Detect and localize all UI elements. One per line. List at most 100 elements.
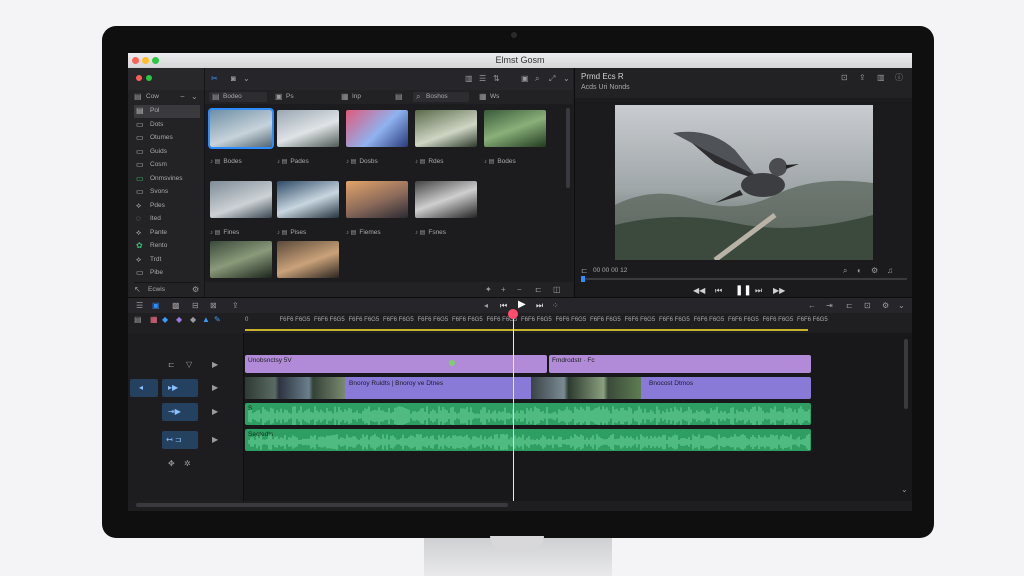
triangle-icon[interactable]: ▲ <box>202 315 210 325</box>
keyframe-icon[interactable] <box>449 360 455 366</box>
chevron-down-icon[interactable]: ⌄ <box>898 301 905 311</box>
tab-inputs[interactable]: ▦ Inp <box>341 92 381 102</box>
skim-icon[interactable]: ⇥ <box>826 301 833 311</box>
tab-bosh[interactable]: ⌕ Boshos <box>413 92 469 102</box>
zoom-icon[interactable]: ⊡ <box>864 301 871 311</box>
clip-thumbnail[interactable] <box>484 110 546 147</box>
play-icon[interactable]: ▶ <box>212 383 218 393</box>
step-forward-icon[interactable]: ⏭ <box>755 286 762 296</box>
clip-thumbnail[interactable] <box>208 108 274 149</box>
previous-edit-icon[interactable]: ◂ <box>484 301 488 311</box>
timeline-vertical-scrollbar[interactable] <box>904 339 908 409</box>
scrub-handle[interactable] <box>581 276 585 282</box>
link-icon[interactable]: ⊏ <box>535 285 542 295</box>
range-icon[interactable]: ⊟ <box>192 301 199 311</box>
settings-icon[interactable]: ⚙ <box>882 301 889 311</box>
clip-thumbnail[interactable] <box>346 110 408 147</box>
clip-thumbnail[interactable] <box>277 241 339 278</box>
filter-icon[interactable]: ▣ <box>521 74 529 84</box>
trim-icon[interactable]: ⊠ <box>210 301 217 311</box>
filter-icon[interactable]: ▽ <box>186 360 192 370</box>
play-icon[interactable]: ▶ <box>212 407 218 417</box>
search-icon[interactable]: ⌕ <box>535 74 539 84</box>
sidebar-item[interactable]: ⟡ Pdes <box>134 200 200 213</box>
sidebar-item[interactable]: ▤ Pol <box>134 105 200 118</box>
layout-icon[interactable]: ▥ <box>465 74 473 84</box>
play-icon[interactable]: ▶ <box>212 435 218 445</box>
sidebar-item[interactable]: ▭ Otumes <box>134 132 200 145</box>
title-clip[interactable]: Unobsnctsy 5V <box>245 355 547 373</box>
rewind-icon[interactable]: ◀◀ <box>693 286 705 296</box>
blade-icon[interactable]: ▩ <box>172 301 180 311</box>
sort-icon[interactable]: ⇅ <box>493 74 500 84</box>
sidebar-item[interactable]: ◌ Ited <box>134 213 200 226</box>
playhead-handle[interactable] <box>508 309 518 319</box>
snap-icon[interactable]: ⁘ <box>552 301 559 311</box>
marker-icon[interactable]: ◆ <box>176 315 182 325</box>
split-icon[interactable]: ✲ <box>184 459 191 469</box>
clip-thumbnail[interactable] <box>277 110 339 147</box>
library-header[interactable]: ▤ Cow − ⌄ <box>134 91 200 103</box>
wand-icon[interactable]: ✦ <box>485 285 492 295</box>
share-icon[interactable]: ⇪ <box>232 301 239 311</box>
sidebar-item[interactable]: ▭ Cosm <box>134 159 200 172</box>
audio-clip[interactable]: S <box>245 403 811 425</box>
sidebar-item[interactable]: ⟡ Trdt <box>134 254 200 267</box>
fast-forward-icon[interactable]: ▶▶ <box>773 286 785 296</box>
audio-track-controls-2[interactable]: ↤ ⊐ <box>162 431 198 449</box>
video-clip-strip[interactable]: Bnoroy Ruidts | Bnoroy ve Dtnes Bnocost … <box>245 377 811 399</box>
sidebar-item[interactable]: ▭ Pibe <box>134 267 200 280</box>
clip-thumbnail[interactable] <box>277 181 339 218</box>
step-forward-icon[interactable]: ⏭ <box>536 301 543 311</box>
audio-icon[interactable]: ◆ <box>190 315 196 325</box>
tab-ws[interactable]: ▦ Ws <box>479 92 519 102</box>
sidebar-item[interactable]: ▭ Dots <box>134 119 200 132</box>
tab-grid[interactable]: ▤ <box>395 92 411 102</box>
sidebar-item[interactable]: ▭ Onmsvines <box>134 173 200 186</box>
timeline-ruler[interactable]: ▤ ▦ ◆ ◆ ◆ ▲ ✎ 0 F6F6 F6G5 F6F6 F6G5 F6F6 F6… <box>128 313 912 333</box>
minus-icon[interactable]: − <box>517 285 522 295</box>
info-icon[interactable]: ⓘ <box>895 73 903 83</box>
pause-icon[interactable]: ❚❚ <box>735 286 752 296</box>
expand-icon[interactable]: ⤢ <box>549 74 555 84</box>
clip-thumbnail[interactable] <box>415 181 477 218</box>
viewer-scrubber[interactable] <box>581 275 907 283</box>
step-back-icon[interactable]: ⏮ <box>715 286 722 296</box>
plus-icon[interactable]: + <box>501 285 506 295</box>
layout-icon[interactable]: ▥ <box>877 73 885 83</box>
export-icon[interactable]: ⇪ <box>859 73 866 83</box>
tab-photos[interactable]: ▣ Ps <box>275 92 315 102</box>
minus-icon[interactable]: − <box>180 92 185 102</box>
title-clip[interactable]: Fmdrodstr · Fc <box>549 355 811 373</box>
chevron-down-icon[interactable]: ⌄ <box>243 74 250 84</box>
sidebar-item[interactable]: ✿ Rento <box>134 240 200 253</box>
audio-clip[interactable]: Sectedts <box>245 429 811 451</box>
film-icon[interactable]: ▤ <box>134 315 142 325</box>
tag-icon[interactable]: ◆ <box>162 315 168 325</box>
gear-icon[interactable]: ⚙ <box>192 285 199 295</box>
clip-thumbnail[interactable] <box>415 110 477 147</box>
title-track-icon[interactable]: ⊏ <box>168 360 175 370</box>
video-track-selector[interactable]: ◂ <box>130 379 158 397</box>
chevron-down-icon[interactable]: ⌄ <box>191 92 198 102</box>
playhead[interactable] <box>513 311 514 501</box>
chevron-down-icon[interactable]: ⌄ <box>901 485 908 495</box>
media-icon[interactable]: ✂ <box>211 74 218 84</box>
sidebar-item[interactable]: ⟡ Pante <box>134 227 200 240</box>
list-icon[interactable]: ☰ <box>136 301 143 311</box>
crop-icon[interactable]: ⊡ <box>841 73 848 83</box>
tab-video[interactable]: ▤ Bodeo <box>209 92 267 102</box>
chevron-down-icon[interactable]: ⌄ <box>563 74 570 84</box>
clip-thumbnail[interactable] <box>210 181 272 218</box>
move-icon[interactable]: ✥ <box>168 459 175 469</box>
color-icon[interactable]: ▦ <box>150 315 158 325</box>
back-icon[interactable]: ← <box>808 301 816 311</box>
play-icon[interactable]: ▶ <box>518 300 526 310</box>
play-icon[interactable]: ▶ <box>212 360 218 370</box>
clip-thumbnail[interactable] <box>210 241 272 278</box>
video-track-controls[interactable]: ▸▶ <box>162 379 198 397</box>
timeline-horizontal-scrollbar[interactable] <box>136 503 508 507</box>
audio-track-controls[interactable]: ⇥▶ <box>162 403 198 421</box>
camera-icon[interactable]: ◙ <box>231 74 236 84</box>
pen-icon[interactable]: ✎ <box>214 315 221 325</box>
